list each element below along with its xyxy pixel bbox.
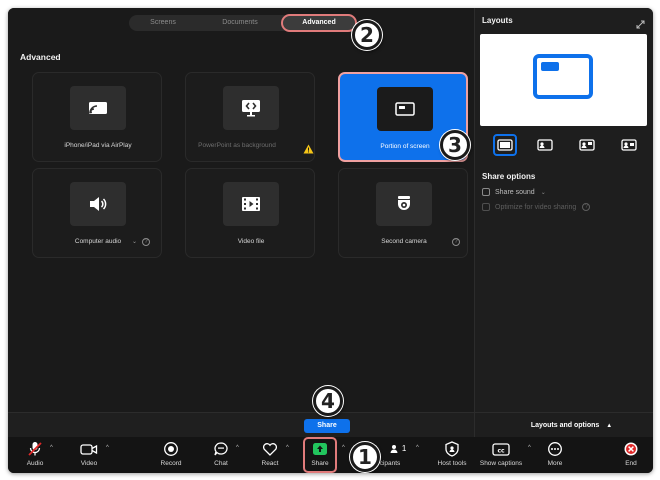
layout-standard-icon[interactable]: [493, 134, 517, 156]
close-icon: [624, 442, 638, 456]
layout-side-icon[interactable]: [575, 134, 599, 156]
card-label: iPhone/iPad via AirPlay: [64, 142, 132, 149]
host-tools-button[interactable]: Host tools: [432, 441, 472, 467]
audio-caret-icon[interactable]: ^: [50, 445, 53, 451]
help-icon[interactable]: ?: [452, 238, 460, 246]
card-computer-audio[interactable]: Computer audio ⌄ ?: [32, 168, 162, 258]
share-label: Share: [311, 460, 329, 467]
toolbar-share-button[interactable]: Share: [303, 437, 337, 473]
chat-label: Chat: [214, 460, 228, 467]
share-button[interactable]: Share: [304, 419, 350, 433]
card-airplay[interactable]: iPhone/iPad via AirPlay: [32, 72, 162, 162]
react-caret-icon[interactable]: ^: [286, 445, 289, 451]
preview-thumbnail: [541, 62, 559, 71]
share-screen-icon: [313, 443, 327, 455]
tab-screens[interactable]: Screens: [129, 15, 197, 31]
participants-caret-icon[interactable]: ^: [416, 445, 419, 451]
section-title: Advanced: [20, 52, 61, 62]
mic-muted-icon: [28, 442, 42, 456]
optimize-video-checkbox: [482, 203, 490, 211]
card-second-camera[interactable]: Second camera ?: [338, 168, 468, 258]
video-button[interactable]: Video: [76, 441, 102, 467]
video-label: Video: [80, 460, 98, 467]
video-icon: [80, 444, 98, 455]
more-button[interactable]: More: [540, 441, 570, 467]
react-label: React: [261, 460, 279, 467]
meeting-toolbar: Audio ^ Video ^ Record Chat ^ React ^ Sh…: [8, 437, 653, 473]
host-tools-label: Host tools: [437, 460, 467, 467]
react-button[interactable]: React: [256, 441, 284, 467]
step-marker-1: 1: [350, 442, 380, 472]
more-icon: [548, 442, 562, 456]
zoom-share-window: Screens Documents Advanced Advanced iPho…: [8, 8, 653, 473]
portion-screen-icon: [377, 87, 433, 131]
layout-options: [493, 134, 643, 158]
layouts-panel: Layouts Share options Share sound ⌄ Opti…: [474, 8, 653, 437]
heart-icon: [262, 443, 278, 456]
chat-icon: [214, 442, 228, 456]
show-captions-button[interactable]: cc Show captions: [478, 441, 524, 467]
chevron-down-icon[interactable]: ⌄: [132, 238, 137, 245]
step-marker-4: 4: [313, 386, 343, 416]
record-button[interactable]: Record: [156, 441, 186, 467]
captions-icon: cc: [492, 443, 510, 456]
layout-preview: [480, 34, 647, 126]
warning-icon: [303, 141, 314, 159]
record-label: Record: [160, 460, 182, 467]
participants-count: 1: [401, 444, 407, 453]
chevron-up-icon: ▲: [606, 423, 613, 429]
optimize-video-option: Optimize for video sharing ?: [482, 203, 591, 211]
audio-label: Audio: [26, 460, 44, 467]
layout-split-icon[interactable]: [617, 134, 641, 156]
end-button[interactable]: End: [618, 441, 644, 467]
film-icon: [223, 182, 279, 226]
powerpoint-icon: [223, 86, 279, 130]
card-label: Second camera: [381, 238, 427, 245]
chat-button[interactable]: Chat: [208, 441, 234, 467]
audio-button[interactable]: Audio: [22, 441, 48, 467]
chat-caret-icon[interactable]: ^: [236, 445, 239, 451]
share-sound-checkbox[interactable]: [482, 188, 490, 196]
more-label: More: [547, 460, 563, 467]
svg-text:cc: cc: [497, 448, 505, 455]
help-icon[interactable]: ?: [582, 203, 591, 211]
captions-caret-icon[interactable]: ^: [528, 445, 531, 451]
card-video-file[interactable]: Video file: [185, 168, 315, 258]
step-marker-3: 3: [440, 130, 470, 160]
participants-icon: [390, 444, 402, 453]
optimize-video-label: Optimize for video sharing: [495, 203, 577, 211]
airplay-icon: [70, 86, 126, 130]
card-label: Video file: [237, 238, 265, 245]
video-caret-icon[interactable]: ^: [106, 445, 109, 451]
tab-advanced[interactable]: Advanced: [281, 14, 357, 32]
layouts-and-options-toggle[interactable]: Layouts and options ▲: [475, 412, 653, 437]
share-sound-label: Share sound: [495, 188, 535, 196]
chevron-down-icon[interactable]: ⌄: [541, 189, 546, 196]
tab-documents[interactable]: Documents: [197, 15, 283, 31]
share-strip: Share: [8, 412, 474, 437]
share-main-pane: Screens Documents Advanced Advanced iPho…: [8, 8, 474, 412]
show-captions-label: Show captions: [479, 460, 523, 467]
preview-screen: [533, 54, 593, 99]
layouts-title: Layouts: [482, 16, 513, 25]
step-marker-2: 2: [352, 20, 382, 50]
share-caret-icon[interactable]: ^: [342, 445, 345, 451]
record-icon: [164, 442, 178, 456]
card-label: PowerPoint as background: [198, 142, 276, 149]
end-label: End: [625, 460, 637, 467]
share-options-title: Share options: [482, 172, 536, 181]
card-powerpoint-background[interactable]: PowerPoint as background: [185, 72, 315, 162]
share-tabs: Screens Documents Advanced: [129, 14, 357, 32]
layouts-options-label: Layouts and options: [530, 422, 600, 429]
camera-icon: [376, 182, 432, 226]
layout-corner-icon[interactable]: [533, 134, 557, 156]
speaker-icon: [70, 182, 126, 226]
help-icon[interactable]: ?: [142, 238, 150, 246]
shield-icon: [445, 441, 459, 457]
expand-icon[interactable]: [636, 16, 645, 34]
share-sound-option[interactable]: Share sound ⌄: [482, 188, 546, 196]
